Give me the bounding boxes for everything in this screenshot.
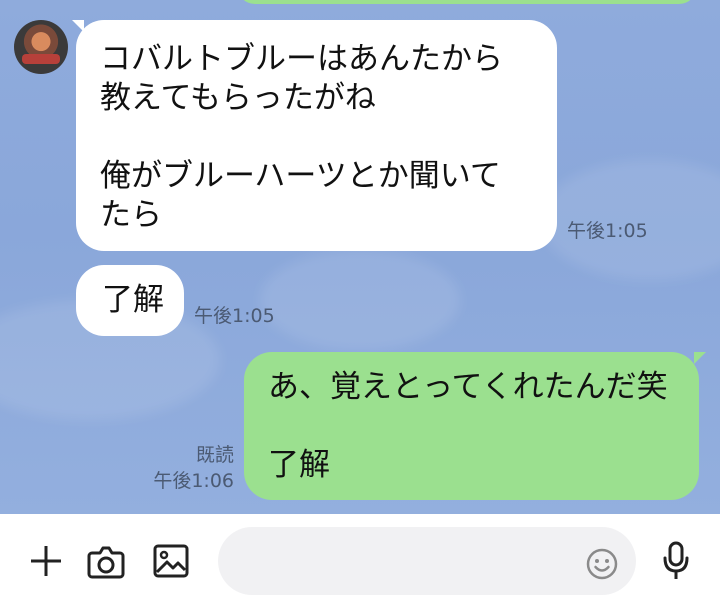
message-time: 午後1:06 bbox=[153, 470, 234, 492]
message-time: 午後1:05 bbox=[567, 220, 648, 242]
microphone-icon[interactable] bbox=[653, 536, 699, 586]
background-cloud bbox=[260, 250, 460, 350]
previous-message-bubble[interactable] bbox=[237, 0, 697, 4]
camera-icon[interactable] bbox=[82, 536, 130, 586]
incoming-message-bubble[interactable]: 了解 bbox=[76, 265, 184, 336]
contact-avatar[interactable] bbox=[14, 20, 68, 74]
image-icon[interactable] bbox=[147, 536, 195, 586]
chat-area: コバルトブルーはあんたから 教えてもらったがね 俺がブルーハーツとか聞いて たら… bbox=[0, 0, 720, 514]
message-input[interactable] bbox=[218, 527, 636, 595]
incoming-message-bubble[interactable]: コバルトブルーはあんたから 教えてもらったがね 俺がブルーハーツとか聞いて たら bbox=[76, 20, 557, 251]
message-time: 午後1:05 bbox=[194, 305, 275, 327]
plus-icon[interactable] bbox=[22, 536, 70, 586]
read-receipt: 既読 bbox=[195, 444, 234, 466]
outgoing-bubble-tail bbox=[694, 352, 706, 364]
outgoing-message-bubble[interactable]: あ、覚えとってくれたんだ笑 了解 bbox=[244, 352, 699, 500]
emoji-icon[interactable] bbox=[582, 544, 622, 584]
